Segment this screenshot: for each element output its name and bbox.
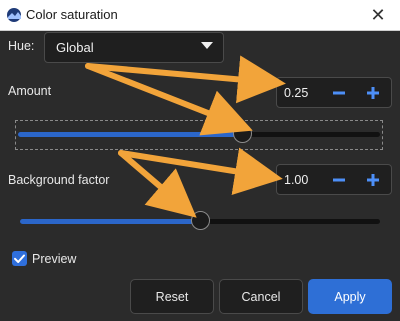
checkmark-icon (14, 254, 25, 263)
background-factor-slider-handle[interactable] (191, 211, 210, 230)
amount-decrease-button[interactable] (327, 82, 351, 104)
apply-button[interactable]: Apply (308, 279, 392, 314)
background-factor-increase-button[interactable] (361, 169, 385, 191)
amount-label: Amount (8, 84, 52, 98)
amount-value: 0.25 (284, 86, 309, 100)
amount-slider-handle[interactable] (233, 124, 252, 143)
plus-icon (367, 174, 379, 186)
close-icon[interactable]: ✕ (356, 0, 400, 30)
background-factor-decrease-button[interactable] (327, 169, 351, 191)
hue-dropdown[interactable]: Global (44, 32, 224, 63)
chevron-down-icon (201, 42, 213, 49)
window-title: Color saturation (26, 7, 118, 22)
plus-icon (367, 87, 379, 99)
amount-slider[interactable] (15, 120, 383, 150)
preview-checkbox[interactable] (12, 251, 27, 266)
title-bar: Color saturation ✕ (0, 0, 400, 31)
amount-spinbox[interactable]: 0.25 (276, 77, 392, 108)
cancel-button[interactable]: Cancel (219, 279, 303, 314)
background-factor-spinbox[interactable]: 1.00 (276, 164, 392, 195)
annotation-arrow (118, 147, 283, 195)
annotation-arrow (118, 150, 197, 218)
background-factor-slider[interactable] (20, 210, 380, 234)
annotation-arrow (85, 55, 286, 104)
background-factor-value: 1.00 (284, 173, 309, 187)
minus-icon (333, 178, 345, 182)
hue-value: Global (56, 40, 94, 55)
reset-button[interactable]: Reset (130, 279, 214, 314)
app-icon (7, 8, 21, 22)
amount-increase-button[interactable] (361, 82, 385, 104)
preview-label: Preview (32, 252, 77, 266)
minus-icon (333, 91, 345, 95)
hue-label: Hue: (8, 39, 35, 53)
background-factor-label: Background factor (8, 173, 110, 187)
background-factor-slider-fill (20, 219, 200, 224)
annotation-arrow (85, 63, 253, 136)
amount-slider-fill (18, 132, 242, 137)
